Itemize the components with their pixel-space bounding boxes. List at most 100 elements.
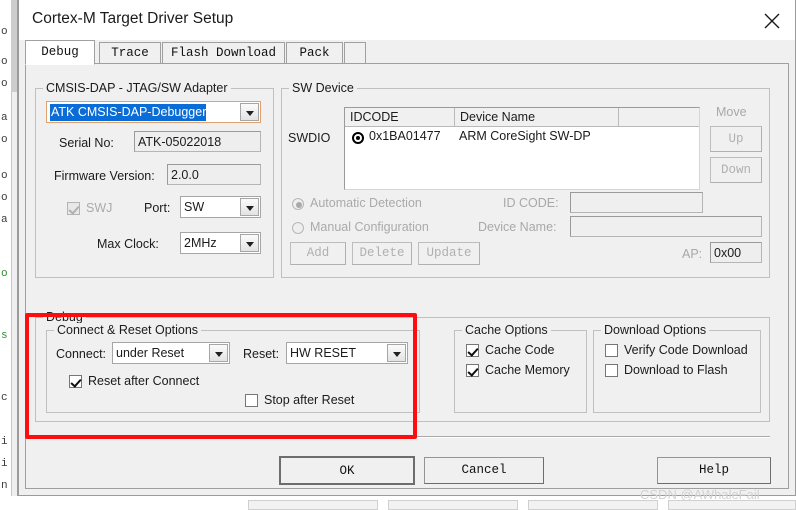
stop-after-reset-label: Stop after Reset [264, 393, 355, 407]
tab-strip: Debug Trace Flash Download Pack [25, 40, 789, 65]
move-up-button[interactable]: Up [710, 126, 762, 152]
verify-code-download-box[interactable] [605, 344, 618, 357]
row-device-name: ARM CoreSight SW-DP [459, 129, 591, 143]
bg-code-char: o [1, 268, 8, 280]
id-code-label: ID CODE: [503, 196, 559, 210]
firmware-version-field: 2.0.0 [167, 164, 261, 185]
cache-code-box[interactable] [466, 344, 479, 357]
debug-group-label: Debug [43, 310, 86, 324]
manual-configuration-label: Manual Configuration [310, 220, 429, 234]
bg-code-char: c [1, 392, 8, 404]
column-idcode[interactable]: IDCODE [345, 108, 455, 127]
table-row[interactable]: 0x1BA01477 ARM CoreSight SW-DP [345, 127, 699, 149]
reset-after-connect-label: Reset after Connect [88, 374, 200, 388]
cache-memory-box[interactable] [466, 364, 479, 377]
background-editor-scrollbar[interactable] [11, 0, 17, 510]
bg-code-char: a [1, 112, 8, 124]
serial-no-label: Serial No: [59, 136, 114, 150]
connect-select-value: under Reset [116, 346, 185, 360]
stop-after-reset-box[interactable] [245, 394, 258, 407]
debugger-select-value: ATK CMSIS-DAP-Debugger [50, 104, 207, 121]
max-clock-select-value: 2MHz [184, 236, 217, 250]
tab-debug[interactable]: Debug [25, 40, 95, 65]
move-label: Move [716, 105, 747, 119]
bg-code-char: o [1, 192, 8, 204]
ok-button[interactable]: OK [279, 456, 415, 485]
adapter-group-label: CMSIS-DAP - JTAG/SW Adapter [43, 81, 231, 95]
bg-code-char: o [1, 78, 8, 90]
chevron-down-icon[interactable] [240, 103, 259, 121]
ap-value: 0x00 [714, 246, 742, 260]
serial-no-field: ATK-05022018 [134, 131, 261, 152]
firmware-version-value: 2.0.0 [171, 168, 199, 182]
connect-reset-options-label: Connect & Reset Options [54, 323, 202, 337]
max-clock-label: Max Clock: [97, 237, 159, 251]
cancel-button[interactable]: Cancel [424, 457, 544, 484]
connect-select[interactable]: under Reset [112, 342, 230, 364]
help-button[interactable]: Help [657, 457, 771, 484]
scrollbar-thumb[interactable] [11, 0, 17, 92]
debug-group: Debug Connect & Reset Options Connect: u… [35, 310, 770, 422]
bg-code-char: o [1, 134, 8, 146]
adapter-group: CMSIS-DAP - JTAG/SW Adapter ATK CMSIS-DA… [35, 81, 274, 278]
download-to-flash-box[interactable] [605, 364, 618, 377]
device-list[interactable]: IDCODE Device Name 0x1BA01477 ARM CoreSi… [344, 107, 700, 190]
reset-select[interactable]: HW RESET [286, 342, 408, 364]
automatic-detection-label: Automatic Detection [310, 196, 422, 210]
ap-field[interactable]: 0x00 [710, 242, 762, 263]
dialog-title: Cortex-M Target Driver Setup [32, 10, 234, 27]
port-label: Port: [144, 201, 171, 215]
swj-checkbox-label: SWJ [86, 201, 113, 215]
bg-code-char: i [1, 458, 8, 470]
tab-strip-filler [344, 42, 366, 64]
port-select[interactable]: SW [180, 196, 261, 218]
id-code-field[interactable] [570, 192, 703, 213]
radio-icon[interactable] [292, 198, 304, 210]
cache-options-label: Cache Options [462, 323, 551, 337]
chevron-down-icon[interactable] [387, 344, 406, 362]
move-down-button[interactable]: Down [710, 157, 762, 183]
reset-select-value: HW RESET [290, 346, 356, 360]
column-blank[interactable] [619, 108, 701, 127]
sw-device-group-label: SW Device [289, 81, 357, 95]
chevron-down-icon[interactable] [240, 234, 259, 252]
tab-flash-download[interactable]: Flash Download [162, 42, 285, 64]
swdio-label: SWDIO [288, 131, 331, 145]
sw-device-group: SW Device SWDIO IDCODE Device Name 0x1BA… [281, 81, 770, 278]
close-x-icon [764, 13, 780, 29]
device-name-label: Device Name: [478, 220, 557, 234]
swj-checkbox-box[interactable] [67, 202, 80, 215]
connect-label: Connect: [56, 347, 107, 361]
bg-code-char: s [1, 330, 8, 342]
chevron-down-icon[interactable] [209, 344, 228, 362]
bg-code-char: o [1, 170, 8, 182]
download-options-group: Download Options Verify Code Download Do… [593, 323, 761, 413]
reset-after-connect-box[interactable] [69, 375, 82, 388]
row-idcode: 0x1BA01477 [369, 129, 441, 143]
tab-pack[interactable]: Pack [286, 42, 343, 64]
background-editor-sliver: o o o a o o o a o s c i i n [0, 0, 18, 510]
debugger-select[interactable]: ATK CMSIS-DAP-Debugger [46, 101, 261, 123]
add-button[interactable]: Add [290, 242, 346, 265]
selected-device-radio-icon[interactable] [352, 132, 364, 144]
verify-code-download-label: Verify Code Download [624, 343, 748, 357]
bg-code-char: o [1, 26, 8, 38]
max-clock-select[interactable]: 2MHz [180, 232, 261, 254]
delete-button[interactable]: Delete [352, 242, 412, 265]
update-button[interactable]: Update [418, 242, 480, 265]
column-device-name[interactable]: Device Name [455, 108, 619, 127]
cache-options-group: Cache Options Cache Code Cache Memory [454, 323, 587, 413]
bg-code-char: n [1, 480, 8, 492]
footer-divider [35, 436, 770, 438]
tab-trace[interactable]: Trace [99, 42, 161, 64]
radio-icon[interactable] [292, 222, 304, 234]
connect-reset-options-group: Connect & Reset Options Connect: under R… [46, 323, 420, 413]
cache-memory-label: Cache Memory [485, 363, 570, 377]
device-name-field[interactable] [570, 216, 762, 237]
chevron-down-icon[interactable] [240, 198, 259, 216]
firmware-version-label: Firmware Version: [54, 169, 155, 183]
taskbar-item [528, 500, 658, 510]
target-driver-setup-dialog: Cortex-M Target Driver Setup Debug Trace… [18, 0, 796, 496]
close-button[interactable] [749, 0, 795, 40]
download-to-flash-label: Download to Flash [624, 363, 728, 377]
